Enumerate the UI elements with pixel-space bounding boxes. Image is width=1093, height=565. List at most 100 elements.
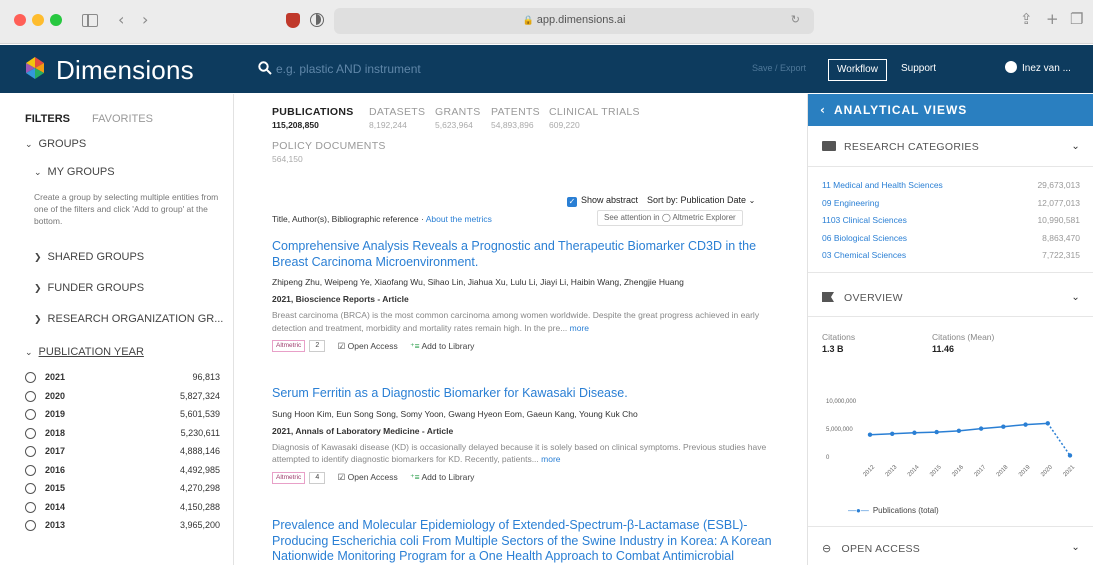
workflow-button[interactable]: Workflow — [828, 59, 887, 81]
year-filter-row[interactable]: 2016 4,492,985 — [25, 464, 220, 480]
research-category-row[interactable]: 11 Medical and Health Sciences 29,673,013 — [822, 180, 1080, 194]
results-meta: Title, Author(s), Bibliographic referenc… — [272, 214, 492, 224]
radio-button[interactable] — [25, 409, 36, 420]
citation-count[interactable]: 2 — [309, 340, 326, 352]
year-filter-row[interactable]: 2020 5,827,324 — [25, 390, 220, 406]
add-to-library-button[interactable]: ⁺≡ Add to Library — [410, 472, 474, 482]
data-point[interactable] — [867, 432, 873, 437]
category-name[interactable]: 1103 Clinical Sciences — [822, 215, 907, 225]
publication-title[interactable]: Comprehensive Analysis Reveals a Prognos… — [272, 239, 778, 270]
category-name[interactable]: 09 Engineering — [822, 198, 879, 208]
new-tab-icon[interactable]: + — [1046, 10, 1059, 28]
research-category-row[interactable]: 03 Chemical Sciences 7,722,315 — [822, 250, 1080, 264]
radio-button[interactable] — [25, 520, 36, 531]
tab-patents[interactable]: PATENTS 54,893,896 — [491, 106, 540, 130]
tab-count: 609,220 — [549, 120, 580, 130]
altmetric-badge[interactable]: Altmetric — [272, 340, 306, 352]
data-point[interactable] — [1023, 422, 1028, 427]
altmetric-explorer-button[interactable]: See attention in ◯ Altmetric Explorer — [597, 210, 743, 226]
close-window-button[interactable] — [14, 14, 26, 26]
reload-icon[interactable]: ↻ — [791, 13, 800, 26]
citation-count[interactable]: 4 — [309, 471, 326, 484]
maximize-window-button[interactable] — [50, 14, 62, 26]
minimize-window-button[interactable] — [32, 14, 44, 26]
year-count: 5,601,539 — [179, 409, 220, 419]
shared-groups-section[interactable]: ❯ SHARED GROUPS — [34, 251, 144, 263]
category-name[interactable]: 03 Chemical Sciences — [822, 250, 906, 260]
groups-section[interactable]: ⌄ GROUPS — [25, 138, 86, 150]
publications-line-chart[interactable]: 10,000,000 5,000,000 0 2012 2013 2014 2015 2016… — [822, 394, 1084, 494]
legend-label: Publications (total) — [872, 506, 939, 515]
tab-filters[interactable]: FILTERS — [25, 113, 70, 125]
research-org-groups-section[interactable]: ❯ RESEARCH ORGANIZATION GR... — [34, 313, 223, 325]
tab-clinical-trials[interactable]: CLINICAL TRIALS 609,220 — [549, 106, 640, 130]
show-abstract-toggle[interactable]: ✓ Show abstract — [567, 195, 638, 207]
support-button[interactable]: Support — [893, 59, 944, 81]
year-filter-row[interactable]: 2021 96,813 — [25, 371, 220, 387]
data-point[interactable] — [1067, 453, 1073, 458]
citations-mean-value: 11.46 — [932, 344, 955, 354]
funder-groups-section[interactable]: ❯ FUNDER GROUPS — [34, 282, 144, 294]
sort-by-dropdown[interactable]: Sort by: Publication Date ⌄ — [647, 195, 755, 205]
about-metrics-link[interactable]: About the metrics — [426, 214, 492, 224]
more-link[interactable]: more — [541, 454, 560, 464]
publication-year-section[interactable]: ⌄ PUBLICATION YEAR — [25, 346, 144, 358]
year-filter-row[interactable]: 2014 4,150,288 — [25, 501, 220, 517]
ublock-extension-icon[interactable] — [286, 13, 300, 28]
tab-policy-documents[interactable]: POLICY DOCUMENTS 564,150 — [272, 140, 386, 164]
radio-button[interactable] — [25, 372, 36, 383]
data-point[interactable] — [978, 426, 984, 431]
sidebar-toggle-icon[interactable] — [82, 14, 98, 27]
year-filter-row[interactable]: 2013 3,965,200 — [25, 519, 220, 535]
more-link[interactable]: more — [570, 323, 589, 333]
publication-item: Comprehensive Analysis Reveals a Prognos… — [272, 239, 778, 354]
data-point[interactable] — [934, 429, 939, 435]
radio-button[interactable] — [25, 427, 36, 439]
overview-section[interactable]: OVERVIEW ⌄ — [822, 292, 1080, 304]
tab-label: DATASETS — [369, 106, 426, 118]
year-filter-row[interactable]: 2015 4,270,298 — [25, 482, 220, 498]
category-name[interactable]: 06 Biological Sciences — [822, 233, 907, 243]
year-filter-row[interactable]: 2017 4,888,146 — [25, 445, 220, 461]
tab-overview-icon[interactable]: ❐ — [1070, 10, 1083, 28]
data-point[interactable] — [890, 431, 895, 436]
save-export-link[interactable]: Save / Export — [752, 63, 806, 73]
data-point[interactable] — [1045, 421, 1050, 426]
radio-button[interactable] — [25, 483, 36, 494]
research-category-row[interactable]: 1103 Clinical Sciences 10,990,581 — [822, 215, 1080, 229]
app-window: { "browser": { "url": "app.dimensions.ai… — [0, 0, 1093, 565]
research-category-row[interactable]: 06 Biological Sciences 8,863,470 — [822, 233, 1080, 247]
research-categories-section[interactable]: RESEARCH CATEGORIES ⌄ — [822, 141, 1080, 153]
radio-button[interactable] — [25, 501, 36, 513]
year-filter-row[interactable]: 2019 5,601,539 — [25, 408, 220, 424]
privacy-extension-icon[interactable] — [310, 13, 324, 27]
back-button[interactable]: ‹ — [118, 10, 124, 30]
tab-grants[interactable]: GRANTS 5,623,964 — [435, 106, 481, 130]
data-point[interactable] — [912, 430, 917, 435]
add-to-library-button[interactable]: ⁺≡ Add to Library — [410, 341, 474, 351]
address-bar[interactable]: 🔒 app.dimensions.ai ↻ — [334, 8, 814, 34]
search-icon[interactable] — [258, 61, 272, 75]
publication-title[interactable]: Prevalence and Molecular Epidemiology of… — [272, 518, 778, 565]
research-category-row[interactable]: 09 Engineering 12,077,013 — [822, 198, 1080, 212]
altmetric-badge[interactable]: Altmetric — [272, 471, 306, 484]
category-name[interactable]: 11 Medical and Health Sciences — [822, 180, 943, 190]
forward-button[interactable]: › — [142, 10, 148, 30]
tab-favorites[interactable]: FAVORITES — [92, 113, 153, 125]
analytical-views-header[interactable]: ‹ ANALYTICAL VIEWS — [808, 94, 1093, 126]
data-point[interactable] — [956, 428, 962, 434]
data-point[interactable] — [1001, 424, 1006, 429]
radio-button[interactable] — [25, 464, 36, 476]
brand-name[interactable]: Dimensions — [56, 55, 194, 86]
radio-button[interactable] — [25, 390, 36, 402]
open-access-section[interactable]: ⊖ OPEN ACCESS ⌄ — [822, 542, 1080, 555]
search-input[interactable] — [276, 58, 796, 80]
radio-button[interactable] — [25, 446, 36, 457]
my-groups-section[interactable]: ⌄ MY GROUPS — [34, 166, 115, 178]
tab-datasets[interactable]: DATASETS 8,192,244 — [369, 106, 425, 130]
tab-publications[interactable]: PUBLICATIONS 115,208,850 — [272, 106, 354, 130]
publication-title[interactable]: Serum Ferritin as a Diagnostic Biomarker… — [272, 386, 778, 402]
user-menu[interactable]: Inez van ... — [1005, 59, 1071, 79]
share-icon[interactable]: ⇪ — [1020, 10, 1033, 28]
year-filter-row[interactable]: 2018 5,230,611 — [25, 427, 220, 443]
